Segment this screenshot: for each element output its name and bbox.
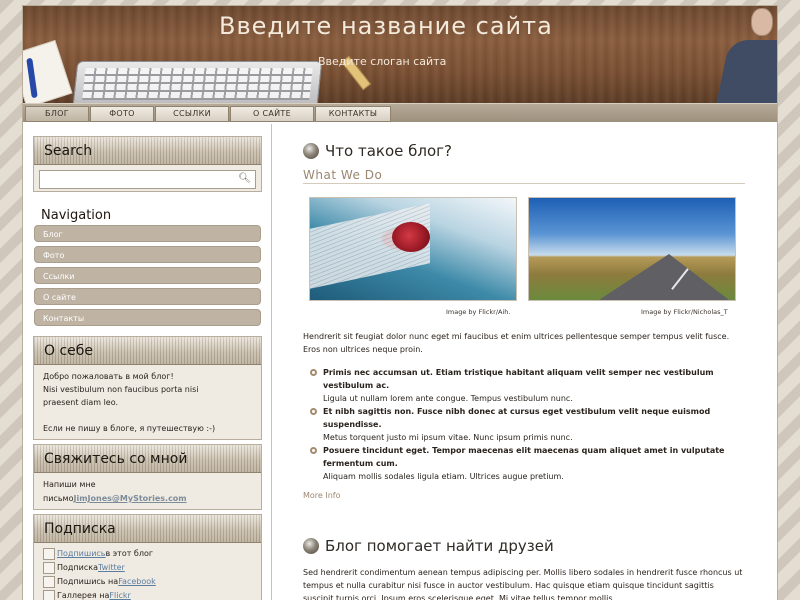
sidebar-link-photo[interactable]: Фото [34,246,261,263]
sidebar-link-about[interactable]: О сайте [34,288,261,305]
main-nav: БЛОГ ФОТО ССЫЛКИ О САЙТЕ КОНТАКТЫ [23,103,777,122]
list-bullet-icon [310,447,317,454]
email-link[interactable]: JimJones@MyStories.com [73,494,186,503]
nav-item-blog[interactable]: БЛОГ [25,106,89,122]
about-box: О себе Добро пожаловать в мой блог! Nisi… [33,336,262,440]
list-item: Posuere tincidunt eget. Tempor maecenas … [303,444,745,483]
list-item: Et nibh sagittis non. Fusce nibh donec a… [303,405,745,444]
list-item-bold: Posuere tincidunt eget. Tempor maecenas … [323,446,725,468]
list-bullet-icon [310,408,317,415]
navigation-title: Navigation [41,208,112,223]
image-caption: Image by Flickr/Nicholas_T [641,308,728,316]
list-item-text: Metus torquent justo mi ipsum vitae. Nun… [323,433,573,442]
flickr-icon[interactable] [43,590,55,600]
twitter-icon[interactable] [43,562,55,574]
subscribe-text: Галлерея на [57,591,110,600]
search-box: Search 🔍︎ [33,136,262,192]
subscribe-text: в этот блог [105,549,154,558]
image-caption: Image by Flickr/Aih. [446,308,511,316]
post-bullet-icon [303,538,319,554]
post-2: Блог помогает найти друзей Sed hendrerit… [303,536,745,600]
flickr-link[interactable]: Flickr [109,589,130,600]
list-item: Primis nec accumsan ut. Etiam tristique … [303,366,745,405]
road-image [528,197,736,301]
list-item-text: Ligula ut nullam lorem ante congue. Temp… [323,394,573,403]
subscribe-title: Подписка [34,515,261,543]
subscribe-box: Подписка Подпишись в этот блог Подписка Tw… [33,514,262,600]
post-title-2-text[interactable]: Блог помогает найти друзей [325,537,554,555]
list-bullet-icon [310,369,317,376]
about-line: Если не пишу в блоге, я путешествую :-) [43,424,216,433]
search-input[interactable]: 🔍︎ [39,170,256,189]
contact-title: Свяжитесь со мной [34,445,261,473]
list-item-bold: Et nibh sagittis non. Fusce nibh donec a… [323,407,711,429]
subscribe-item: Подпишись в этот блог [43,547,252,561]
site-slogan: Введите слоган сайта [318,55,447,68]
subscribe-item: Галлерея на Flickr [43,589,252,600]
nav-item-contacts[interactable]: КОНТАКТЫ [315,106,391,122]
keyboard-image [72,61,323,103]
more-info-link[interactable]: More Info [303,491,745,500]
post-title-2[interactable]: Блог помогает найти друзей [303,536,745,556]
page-container: Введите название сайта Введите слоган са… [22,5,778,600]
post-body: Hendrerit sit feugiat dolor nunc eget mi… [303,330,745,500]
contact-line-2: письмоJimJones@MyStories.com [43,492,252,506]
post-intro: Hendrerit sit feugiat dolor nunc eget mi… [303,332,730,354]
twitter-link[interactable]: Twitter [98,561,125,575]
nav-item-links[interactable]: ССЫЛКИ [155,106,229,122]
about-blank-line [43,409,252,422]
subscribe-text: Подпишись на [57,577,119,586]
subscribe-item: Подписка Twitter [43,561,252,575]
search-title: Search [34,137,261,165]
rss-icon[interactable] [43,548,55,560]
sidebar-link-links[interactable]: Ссылки [34,267,261,284]
search-icon[interactable]: 🔍︎ [238,173,251,184]
about-line: praesent diam leo. [43,398,119,407]
sidebar-link-contacts[interactable]: Контакты [34,309,261,326]
subscribe-link[interactable]: Подпишись [57,547,106,561]
contact-box: Свяжитесь со мной Напиши мне письмоJimJo… [33,444,262,510]
post-list: Primis nec accumsan ut. Etiam tristique … [303,366,745,483]
about-line: Добро пожаловать в мой блог! [43,372,174,381]
site-title[interactable]: Введите название сайта [219,12,553,40]
nav-item-about[interactable]: О САЙТЕ [230,106,314,122]
site-header: Введите название сайта Введите слоган са… [23,6,777,103]
about-line: Nisi vestibulum non faucibus porta nisi [43,385,199,394]
nav-item-photo[interactable]: ФОТО [90,106,154,122]
facebook-link[interactable]: Facebook [118,575,156,589]
list-item-bold: Primis nec accumsan ut. Etiam tristique … [323,368,714,390]
list-item-text: Aliquam mollis sodales ligula etiam. Ult… [323,472,564,481]
post-2-text: Sed hendrerit condimentum aenean tempus … [303,568,743,600]
contact-line: Напиши мне [43,480,96,489]
sidebar-link-blog[interactable]: Блог [34,225,261,242]
paper-rose-image [309,197,517,301]
post-bullet-icon [303,143,319,159]
post-title[interactable]: Что такое блог? [303,141,745,161]
person-image [713,6,777,103]
subscribe-item: Подпишись на Facebook [43,575,252,589]
subscribe-text: Подписка [57,563,99,572]
post-subtitle: What We Do [303,168,745,184]
column-divider [271,124,272,600]
facebook-icon[interactable] [43,576,55,588]
about-title: О себе [34,337,261,365]
contact-prefix: письмо [43,494,74,503]
post-title-text[interactable]: Что такое блог? [325,142,452,160]
main-content: Что такое блог? What We Do Image by Flic… [303,141,745,600]
